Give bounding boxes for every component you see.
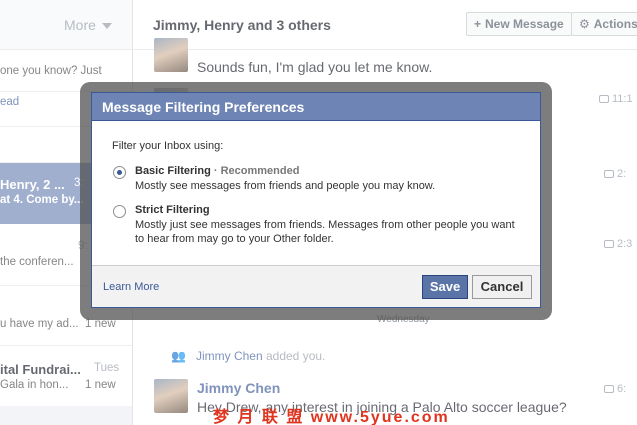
dialog-footer: Learn More Save Cancel [92,265,540,307]
basic-filtering-radio[interactable] [113,166,126,179]
recommended-badge: · Recommended [213,165,300,177]
save-button[interactable]: Save [422,275,468,299]
dialog-title: Message Filtering Preferences [92,93,540,121]
basic-filtering-label: Basic Filtering [135,165,211,177]
basic-filtering-description: Mostly see messages from friends and peo… [135,180,436,192]
strict-filtering-radio[interactable] [113,205,126,218]
learn-more-link[interactable]: Learn More [103,281,159,293]
strict-filtering-description: Mostly just see messages from friends. M… [135,219,515,245]
cancel-button[interactable]: Cancel [472,275,532,299]
filtering-dialog: Message Filtering Preferences Filter you… [91,92,541,308]
basic-filtering-title[interactable]: Basic Filtering · Recommended [135,165,299,177]
watermark: 梦 月 联 盟 www.5yue.com [213,409,450,425]
dialog-body: Filter your Inbox using: Basic Filtering… [92,121,540,266]
filter-prompt: Filter your Inbox using: [112,140,224,152]
strict-filtering-title[interactable]: Strict Filtering [135,204,210,216]
